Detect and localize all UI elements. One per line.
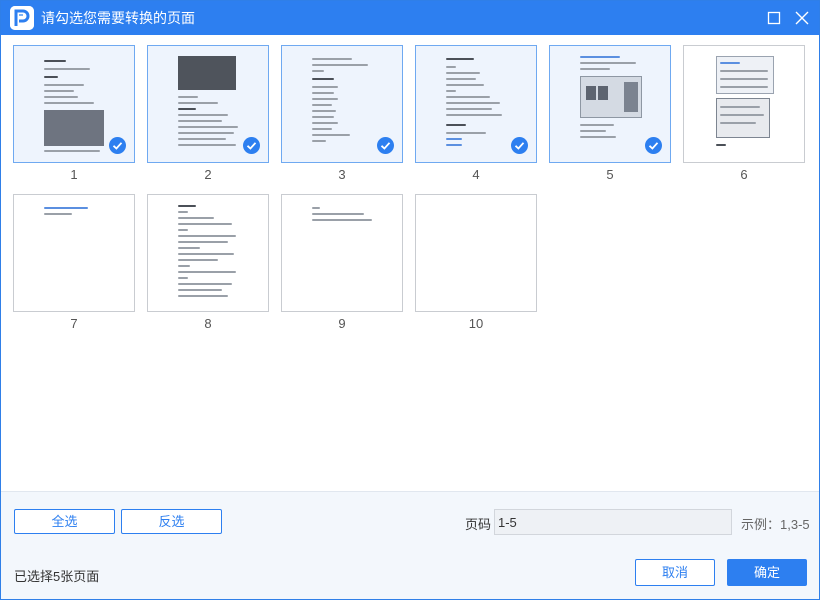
page-item[interactable]: 1 [13, 45, 137, 195]
page-number: 5 [606, 167, 614, 182]
page-select-dialog: 请勾选您需要转换的页面 1 2 3 4 5 6 7 8 9 10 全选 反选 页… [0, 0, 820, 600]
check-icon [645, 137, 662, 154]
page-item[interactable]: 4 [415, 45, 539, 195]
page-item[interactable]: 2 [147, 45, 271, 195]
dialog-title: 请勾选您需要转换的页面 [41, 10, 195, 26]
cancel-button[interactable]: 取消 [635, 559, 715, 586]
page-item[interactable]: 7 [13, 194, 137, 344]
page-number: 4 [472, 167, 480, 182]
title-bar: 请勾选您需要转换的页面 [1, 1, 819, 35]
close-icon [795, 11, 809, 25]
check-icon [511, 137, 528, 154]
close-button[interactable] [791, 7, 813, 29]
check-icon [377, 137, 394, 154]
page-number: 8 [204, 316, 212, 331]
page-item[interactable]: 3 [281, 45, 405, 195]
check-icon [109, 137, 126, 154]
maximize-button[interactable] [763, 7, 785, 29]
page-number: 10 [468, 316, 484, 331]
page-item[interactable]: 9 [281, 194, 405, 344]
page-number: 6 [740, 167, 748, 182]
page-item[interactable]: 6 [683, 45, 807, 195]
page-number: 3 [338, 167, 346, 182]
maximize-icon [767, 11, 781, 25]
page-thumbnail[interactable] [415, 194, 537, 312]
page-thumbnail[interactable] [683, 45, 805, 163]
invert-selection-button[interactable]: 反选 [121, 509, 222, 534]
page-range-example: 示例：1,3-5 [741, 517, 810, 532]
confirm-button[interactable]: 确定 [727, 559, 807, 586]
select-all-button[interactable]: 全选 [14, 509, 115, 534]
check-icon [243, 137, 260, 154]
page-thumbnail[interactable] [13, 194, 135, 312]
page-item[interactable]: 10 [415, 194, 539, 344]
page-thumbnail-grid: 1 2 3 4 5 6 7 8 9 10 [13, 45, 813, 485]
dialog-footer: 全选 反选 页码 示例：1,3-5 已选择5张页面 取消 确定 [1, 491, 819, 599]
page-number: 7 [70, 316, 78, 331]
page-number: 1 [70, 167, 78, 182]
page-item[interactable]: 8 [147, 194, 271, 344]
page-item[interactable]: 5 [549, 45, 673, 195]
page-range-label: 页码 [465, 517, 492, 532]
page-number: 9 [338, 316, 346, 331]
page-range-input[interactable] [494, 509, 732, 535]
app-logo-icon [10, 6, 34, 30]
page-thumbnail[interactable] [281, 194, 403, 312]
page-number: 2 [204, 167, 212, 182]
page-thumbnail[interactable] [147, 194, 269, 312]
selected-count-text: 已选择5张页面 [14, 569, 100, 584]
